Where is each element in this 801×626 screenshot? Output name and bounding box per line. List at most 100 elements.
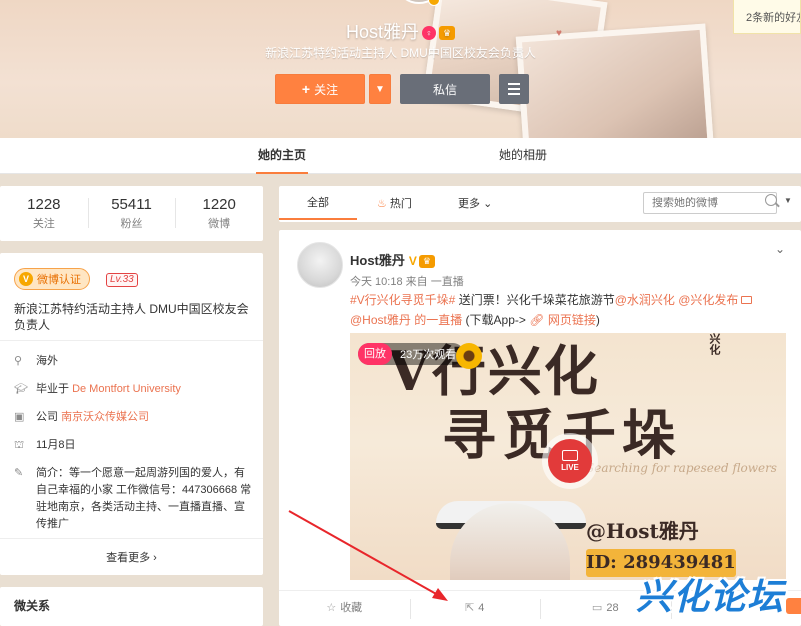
chevron-down-icon: ⌄ <box>483 198 493 210</box>
profile-name-text: Host雅丹 <box>345 22 419 42</box>
comment-count: 28 <box>606 602 619 614</box>
info-bio: ✎ 简介：等一个愿意一起周游列国的爱人，有自己幸福的小家 工作微信号：447306… <box>14 465 254 533</box>
stat-label: 关注 <box>32 218 55 230</box>
filter-hot-tab[interactable]: ♨ 热门 <box>377 186 412 222</box>
stat-label: 粉丝 <box>120 218 143 230</box>
friend-notice[interactable]: 2条新的好友 <box>733 0 801 34</box>
video-host-tag: @Host雅丹 <box>586 519 699 543</box>
post-options-chevron-icon[interactable]: ⌄ <box>775 242 785 256</box>
sunflower-icon <box>456 343 482 369</box>
stat-posts[interactable]: 1220 微博 <box>175 186 263 241</box>
post-search-input[interactable] <box>652 197 752 209</box>
verified-v-icon: V <box>19 272 33 286</box>
location-text: 海外 <box>36 355 58 367</box>
plus-icon: + <box>301 81 311 97</box>
divider <box>0 538 263 539</box>
stat-following[interactable]: 1228 关注 <box>0 186 88 241</box>
female-icon: ♀ <box>422 26 436 40</box>
tab-album[interactable]: 她的相册 <box>497 138 549 174</box>
post-text: #V行兴化寻觅千垛# 送门票！兴化千垛菜花旅游节@水润兴化 @兴化发布 @Host… <box>350 290 790 330</box>
verified-v-icon: V <box>408 254 417 268</box>
star-icon: ☆ <box>326 602 337 614</box>
company-prefix: 公司 <box>36 411 58 423</box>
repost-count: 4 <box>478 602 485 614</box>
briefcase-icon: ▣ <box>14 411 25 423</box>
profile-name: Host雅丹 ♀ ♛ <box>0 18 801 44</box>
divider <box>0 340 263 341</box>
filter-all-tab[interactable]: 全部 <box>279 186 357 220</box>
stat-value: 55411 <box>111 196 152 213</box>
comment-icon: ▭ <box>591 602 603 614</box>
post-card: Host雅丹 V ♛ 今天 10:18 来自 一直播 ⌄ #V行兴化寻觅千垛# 送门… <box>279 230 801 626</box>
info-company: ▣ 公司 南京沃众传媒公司 <box>14 409 254 426</box>
site-watermark-logo: 兴化论坛 <box>636 577 785 618</box>
fire-icon: ♨ <box>377 198 387 210</box>
info-school: 🎓︎ 毕业于 De Montfort University <box>14 381 254 398</box>
message-button[interactable]: 私信 <box>400 74 490 104</box>
camera-icon <box>562 450 578 461</box>
info-location: ⚲ 海外 <box>14 353 254 370</box>
live-play-button[interactable]: LIVE <box>548 439 592 483</box>
post-author-name[interactable]: Host雅丹 <box>350 253 405 268</box>
verification-intro: 新浪江苏特约活动主持人 DMU中国区校友会负责人 <box>14 302 249 332</box>
profile-info-card: V 微博认证 Lv.33 新浪江苏特约活动主持人 DMU中国区校友会负责人 ⚲ 海外… <box>0 253 263 575</box>
company-link[interactable]: 南京沃众传媒公司 <box>61 409 149 426</box>
feed-filter-bar: 全部 ♨热门 更多 ⌄ ▼ <box>279 186 801 222</box>
tab-home[interactable]: 她的主页 <box>256 138 308 174</box>
post-time[interactable]: 今天 10:18 来自 一直播 <box>350 273 464 289</box>
birthday-text: 11月8日 <box>36 439 76 451</box>
favorite-button[interactable]: ☆ 收藏 <box>279 591 410 626</box>
filter-more-dropdown[interactable]: 更多 ⌄ <box>458 186 492 222</box>
post-author-avatar[interactable] <box>297 242 343 288</box>
vip-crown-icon[interactable]: ♛ <box>439 26 455 40</box>
cake-icon: ⛫ <box>14 439 25 451</box>
mention-link[interactable]: @兴化发布 <box>678 293 738 307</box>
video-side-text: 兴化 <box>708 333 720 355</box>
follow-button[interactable]: + 关注 <box>275 74 365 104</box>
favorite-label: 收藏 <box>340 602 363 614</box>
replay-tag: 回放 <box>358 343 392 365</box>
post-text-tail: (下载App-> <box>462 313 530 327</box>
level-badge[interactable]: Lv.33 <box>106 273 138 287</box>
repost-button[interactable]: ⇱ 4 <box>409 591 541 626</box>
school-link[interactable]: De Montfort University <box>72 381 181 398</box>
vip-crown-icon[interactable]: ♛ <box>418 255 435 268</box>
web-link[interactable]: 网页链接 <box>548 313 596 327</box>
live-video-player[interactable]: V行兴化 寻觅千垛 兴化 回放 23万次观看 Searching for rape… <box>350 333 786 580</box>
stats-card: 1228 关注 55411 粉丝 1220 微博 <box>0 186 263 241</box>
replay-badge: 回放 23万次观看 <box>358 343 465 365</box>
bio-text: 简介：等一个愿意一起周游列国的爱人，有自己幸福的小家 工作微信号：4473066… <box>36 467 252 530</box>
video-camera-icon <box>741 296 753 304</box>
stat-value: 1228 <box>27 196 61 213</box>
follow-group-dropdown[interactable]: ▼ <box>369 74 391 104</box>
profile-description: 新浪江苏特约活动主持人 DMU中国区校友会负责人 <box>265 46 536 60</box>
post-text-main: 送门票！兴化千垛菜花旅游节 <box>455 293 615 307</box>
profile-avatar[interactable] <box>398 0 440 6</box>
info-birthday: ⛫ 11月8日 <box>14 437 254 454</box>
search-caret-down-icon[interactable]: ▼ <box>784 196 792 205</box>
live-label: LIVE <box>561 463 579 472</box>
graduation-cap-icon: 🎓︎ <box>14 383 28 395</box>
repost-icon: ⇱ <box>465 602 475 614</box>
verified-tag[interactable]: V 微博认证 <box>14 268 90 290</box>
post-text-end: ) <box>595 313 600 327</box>
filter-more-label: 更多 <box>458 198 480 210</box>
view-count: 23万次观看 <box>400 349 457 361</box>
verified-label: 微博认证 <box>37 274 81 286</box>
edit-icon: ✎ <box>14 467 24 479</box>
live-link[interactable]: @Host雅丹 的一直播 <box>350 313 462 327</box>
corner-logo <box>786 598 801 614</box>
search-icon[interactable] <box>765 194 777 206</box>
profile-tab-bar: 她的主页 她的相册 <box>0 138 801 174</box>
follow-label: 关注 <box>314 82 339 97</box>
stat-followers[interactable]: 55411 粉丝 <box>87 186 176 241</box>
view-more-link[interactable]: 查看更多 › <box>0 549 263 565</box>
topic-link[interactable]: #V行兴化寻觅千垛# <box>350 293 455 307</box>
relations-title: 微关系 <box>14 599 51 613</box>
more-menu-button[interactable] <box>499 74 529 104</box>
profile-cover: ♥ Host雅丹 ♀ ♛ 新浪江苏特约活动主持人 DMU中国区校友会负责人 + 关注 … <box>0 0 801 138</box>
video-script-text: Searching for rapeseed flowers <box>586 461 777 475</box>
post-search-box <box>643 192 777 214</box>
mention-link[interactable]: @水润兴化 <box>615 293 675 307</box>
caret-down-icon: ▼ <box>375 83 385 95</box>
